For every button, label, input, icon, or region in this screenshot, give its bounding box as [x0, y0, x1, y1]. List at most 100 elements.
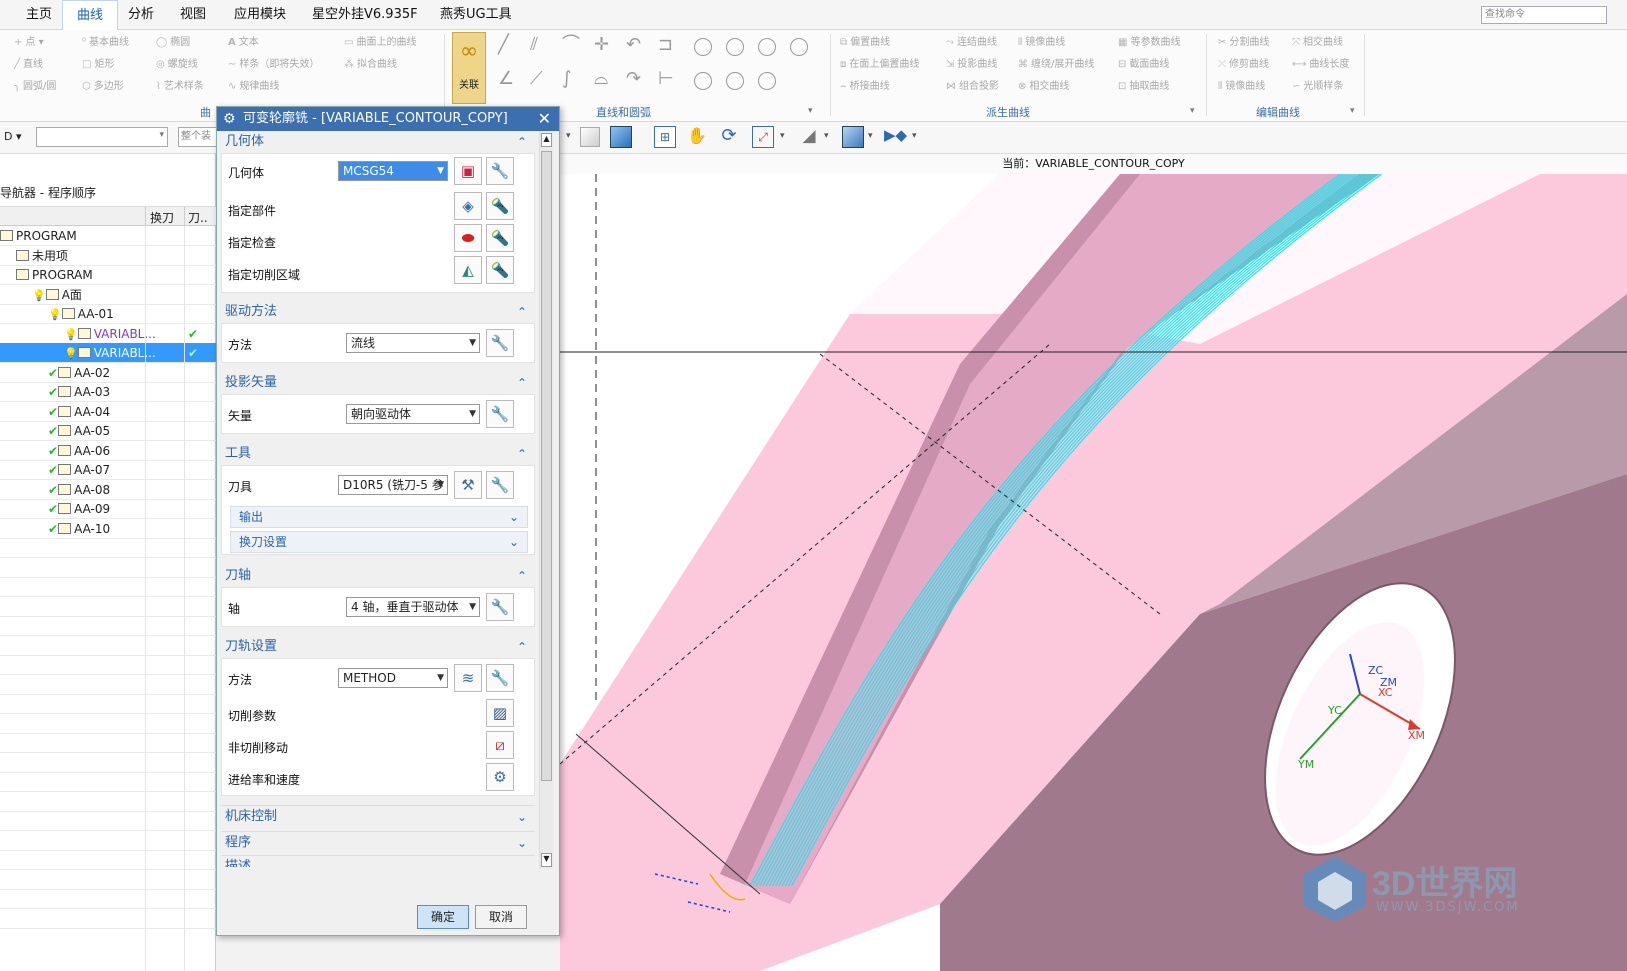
scrollbar-thumb[interactable] [541, 151, 552, 781]
ribbon-intersection-curve[interactable]: ⊗ 相交曲线 [1018, 80, 1069, 94]
ribbon-edit-mirror[interactable]: ⫴ 镜像曲线 [1218, 80, 1265, 94]
graphics-viewport[interactable]: 当前：VARIABLE_CONTOUR_COPY ZC ZM XC YC XM … [560, 154, 1627, 971]
pan-hand-icon[interactable]: ✋ [686, 126, 708, 148]
ribbon-basic-curve[interactable]: ⁰ 基本曲线 [82, 36, 129, 50]
dialog-titlebar[interactable]: ⚙ 可变轮廓铣 - [VARIABLE_CONTOUR_COPY] ✕ [217, 107, 559, 131]
type-filter-select[interactable]: ▾ [36, 127, 168, 147]
arc-tangent-icon[interactable]: ↷ [626, 70, 641, 88]
scroll-down-icon[interactable]: ▼ [541, 853, 552, 867]
edit-more-icon[interactable]: ▾ [1350, 104, 1355, 118]
render-style-icon[interactable] [842, 126, 864, 148]
ribbon-join-curve[interactable]: ⤳ 连结曲线 [946, 36, 997, 50]
ribbon-divide-curve[interactable]: ✂ 分割曲线 [1218, 36, 1269, 50]
zoom-dropdown-icon[interactable]: ▾ [780, 131, 785, 141]
scroll-up-icon[interactable]: ▲ [541, 133, 552, 147]
tab-view[interactable]: 视图 [174, 0, 212, 30]
tab-curve[interactable]: 曲线 [62, 0, 118, 30]
projection-vector-section-header[interactable]: 投影矢量 ⌃ [221, 372, 535, 394]
ribbon-combined-projection[interactable]: ⋈ 组合投影 [946, 80, 999, 94]
ribbon-arc-circle[interactable]: ╮ 圆弧/圆 [14, 80, 56, 94]
derived-more-icon[interactable]: ▾ [1190, 104, 1195, 118]
ribbon-bridge-curve[interactable]: ⌢ 桥接曲线 [840, 80, 890, 94]
display-check-flashlight-icon[interactable]: 🔦 [486, 224, 514, 252]
tool-section-header[interactable]: 工具 ⌃ [221, 443, 535, 465]
ribbon-isoparametric-curve[interactable]: ▦ 等参数曲线 [1118, 36, 1180, 50]
ribbon-offset-curve[interactable]: ⧉ 偏置曲线 [840, 36, 890, 50]
non-cutting-moves-label[interactable]: 非切削移动 [228, 739, 288, 756]
drive-method-select[interactable]: 流线 ▼ [346, 333, 480, 353]
machine-control-section-header[interactable]: 机床控制 ⌄ [221, 805, 535, 827]
ok-button[interactable]: 确定 [417, 905, 469, 929]
column-tool-change[interactable]: 换刀 [150, 209, 174, 226]
path-settings-section-header[interactable]: 刀轨设置 ⌃ [221, 636, 535, 658]
zoom-icon[interactable]: ⤢ [752, 126, 774, 148]
circle-2pt-icon[interactable] [726, 72, 744, 90]
display-part-flashlight-icon[interactable]: 🔦 [486, 192, 514, 220]
ribbon-ellipse[interactable]: ◯ 椭圆 [156, 36, 190, 50]
create-geometry-icon[interactable]: ▣ [454, 157, 482, 185]
parallel-line-icon[interactable]: ⫽ [530, 36, 538, 54]
section-dropdown-icon[interactable]: ▾ [912, 131, 917, 141]
geometry-select[interactable]: MCSG54 ▼ [338, 161, 448, 181]
arc-3pt-icon[interactable]: ⌓ [594, 70, 608, 88]
dialog-scrollbar[interactable]: ▲ ▼ [539, 131, 553, 869]
ribbon-mirror-curve[interactable]: ⫴ 镜像曲线 [1018, 36, 1065, 50]
edit-tool-wrench-icon[interactable]: 🔧 [486, 471, 514, 499]
program-section-header[interactable]: 程序 ⌄ [221, 831, 535, 853]
perp-line-icon[interactable]: ⊢ [658, 70, 674, 88]
ribbon-law-curve[interactable]: ∿ 规律曲线 [228, 80, 279, 94]
tab-home[interactable]: 主页 [20, 0, 58, 30]
wireframe-view-icon[interactable] [580, 127, 600, 147]
specify-part-icon[interactable]: ◈ [454, 192, 482, 220]
column-tool-path[interactable]: 刀.. [188, 209, 208, 226]
circle-tool-icon[interactable] [694, 38, 712, 56]
vector-select[interactable]: 朝向驱动体 ▼ [346, 404, 480, 424]
point-line-icon[interactable]: ⟋ [530, 70, 543, 88]
feeds-speeds-icon[interactable]: ⚙ [486, 763, 514, 791]
angle-line-icon[interactable]: ∠ [498, 70, 514, 88]
arc-tool-icon[interactable]: ↶ [626, 36, 641, 54]
tab-yanxiu-tools[interactable]: 燕秀UG工具 [434, 0, 518, 30]
ribbon-project-curve[interactable]: ⇲ 投影曲线 [946, 58, 997, 72]
orient-dropdown-icon[interactable]: ▾ [824, 131, 829, 141]
ribbon-trim-curve[interactable]: ⤬ 修剪曲线 [1218, 58, 1269, 72]
cutting-parameters-icon[interactable]: ▨ [486, 699, 514, 727]
ribbon-edit-intersection[interactable]: ⤧ 相交曲线 [1292, 36, 1343, 50]
ribbon-extract-curve[interactable]: ⊡ 抽取曲线 [1118, 80, 1169, 94]
ribbon-line[interactable]: ╱ 直线 [14, 58, 43, 72]
ribbon-curve-length[interactable]: ⟷ 曲线长度 [1292, 58, 1349, 72]
ribbon-helix[interactable]: ◎ 螺旋线 [156, 58, 198, 72]
cross-line-icon[interactable]: ✛ [594, 36, 609, 54]
tool-axis-section-header[interactable]: 刀轴 ⌃ [221, 565, 535, 587]
create-tool-icon[interactable]: ⚒ [454, 471, 482, 499]
circle-radius-icon[interactable] [758, 72, 776, 90]
ribbon-polygon[interactable]: ⬡ 多边形 [82, 80, 124, 94]
edit-geometry-wrench-icon[interactable]: 🔧 [486, 157, 514, 185]
tab-xingkong-plugin[interactable]: 星空外挂V6.935F [306, 0, 424, 30]
fit-view-icon[interactable]: ⊞ [654, 126, 676, 148]
view-section-icon[interactable]: ▶◆ [884, 126, 907, 148]
ribbon-section-curve[interactable]: ⊟ 截面曲线 [1118, 58, 1169, 72]
display-cut-area-flashlight-icon[interactable]: 🔦 [486, 256, 514, 284]
toolbar-menu-button[interactable]: D ▾ [4, 130, 22, 143]
rotate-icon[interactable]: ⟳ [718, 125, 740, 147]
tab-analysis[interactable]: 分析 [122, 0, 160, 30]
tangent-line-icon[interactable]: ⌒ [562, 36, 580, 54]
path-method-select[interactable]: METHOD ▼ [338, 668, 448, 688]
ribbon-spline-deprecated[interactable]: ∼ 样条（即将失效） [228, 58, 319, 72]
drive-method-section-header[interactable]: 驱动方法 ⌃ [221, 301, 535, 323]
toolbar-dropdown-icon[interactable]: ▾ [566, 131, 571, 141]
circle-point-icon[interactable] [694, 72, 712, 90]
ribbon-wrap-unwrap-curve[interactable]: ⌘ 缠绕/展开曲线 [1018, 58, 1094, 72]
corner-line-icon[interactable]: ⊐ [658, 36, 673, 54]
cutting-parameters-label[interactable]: 切削参数 [228, 707, 276, 724]
dash-curve-icon[interactable]: ∫ [562, 70, 571, 88]
tool-select[interactable]: D10R5 (铣刀-5 参 ▼ [338, 475, 448, 495]
render-dropdown-icon[interactable]: ▾ [868, 131, 873, 141]
description-section-header[interactable]: 描述 [221, 855, 535, 867]
close-icon[interactable]: ✕ [538, 107, 551, 131]
output-subsection[interactable]: 输出 ⌄ [230, 506, 528, 528]
ribbon-curve-on-surface[interactable]: ▭ 曲面上的曲线 [344, 36, 416, 50]
ribbon-smooth-spline[interactable]: ∽ 光顺样条 [1292, 80, 1343, 94]
ribbon-studio-spline[interactable]: ⌇ 艺术样条 [156, 80, 204, 94]
